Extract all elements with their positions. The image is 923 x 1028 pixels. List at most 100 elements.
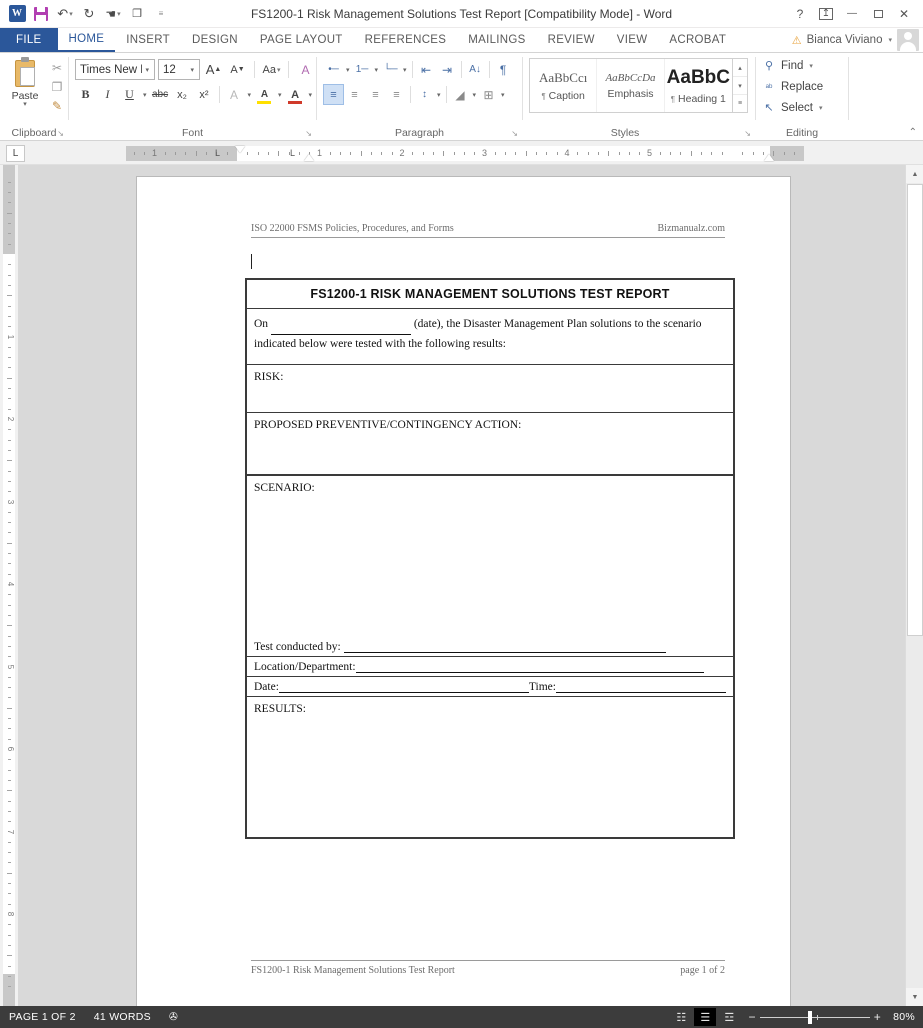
touch-mouse-mode-icon[interactable]: ☚ ▾: [101, 3, 125, 25]
paste-button[interactable]: Paste ▾: [4, 57, 46, 114]
table-row-date-time[interactable]: Date: Time:: [245, 676, 735, 697]
redo-icon[interactable]: ↻: [77, 3, 101, 25]
ruler-left-tab-1[interactable]: L: [215, 148, 220, 158]
risk-report-form-table[interactable]: FS1200-1 RISK MANAGEMENT SOLUTIONS TEST …: [245, 278, 735, 839]
change-case-icon[interactable]: Aa ▾: [261, 59, 282, 80]
sort-icon[interactable]: A↓: [465, 59, 486, 80]
shading-icon[interactable]: ◢: [450, 84, 471, 105]
select-button[interactable]: ↖ Select ▾: [756, 95, 848, 116]
table-row-scenario[interactable]: SCENARIO:: [245, 474, 735, 637]
select-chevron-down-icon[interactable]: ▾: [819, 104, 823, 112]
clear-formatting-icon[interactable]: A: [295, 59, 316, 80]
multilevel-list-icon[interactable]: └─: [380, 59, 401, 80]
align-center-icon[interactable]: ≡: [344, 84, 365, 105]
help-icon[interactable]: ?: [787, 2, 813, 26]
first-line-indent-marker[interactable]: [235, 146, 245, 153]
table-row-title[interactable]: FS1200-1 RISK MANAGEMENT SOLUTIONS TEST …: [245, 278, 735, 309]
tab-home[interactable]: HOME: [57, 28, 116, 52]
scroll-down-icon[interactable]: ▼: [906, 988, 923, 1006]
style-item-heading-1[interactable]: AaBbС ¶ Heading 1: [665, 59, 732, 112]
tab-design[interactable]: DESIGN: [181, 28, 249, 52]
underline-icon[interactable]: U: [119, 84, 140, 105]
proofing-errors-icon[interactable]: ✇: [160, 1011, 187, 1023]
text-highlight-color-icon[interactable]: A: [254, 84, 275, 105]
document-footer[interactable]: FS1200-1 Risk Management Solutions Test …: [251, 960, 725, 976]
ruler-track[interactable]: 112345 L L: [126, 146, 804, 161]
styles-more-icon[interactable]: ≡: [733, 95, 747, 112]
bullets-icon[interactable]: •─: [323, 59, 344, 80]
format-painter-icon[interactable]: ✎: [52, 98, 62, 114]
table-row-action[interactable]: PROPOSED PREVENTIVE/CONTINGENCY ACTION:: [245, 412, 735, 476]
font-size-combo[interactable]: 12 ▾: [158, 59, 200, 80]
grow-font-icon[interactable]: A ▲: [203, 59, 224, 80]
vertical-ruler[interactable]: 12345678: [0, 165, 18, 1006]
print-layout-icon[interactable]: ☰: [694, 1008, 717, 1026]
table-row-results[interactable]: RESULTS:: [245, 695, 735, 839]
underline-chevron-down-icon[interactable]: ▾: [141, 91, 149, 99]
line-spacing-chevron-down-icon[interactable]: ▾: [435, 91, 443, 99]
read-mode-icon[interactable]: ☷: [670, 1008, 692, 1026]
tab-references[interactable]: REFERENCES: [354, 28, 458, 52]
tab-review[interactable]: REVIEW: [537, 28, 606, 52]
clipboard-dialog-launcher[interactable]: ↘: [57, 129, 64, 138]
vertical-scrollbar[interactable]: ▲ ▼: [905, 165, 923, 1006]
table-row-intro[interactable]: On (date), the Disaster Management Plan …: [245, 308, 735, 365]
italic-icon[interactable]: I: [97, 84, 118, 105]
style-item-emphasis[interactable]: AaBbCcDɑ Emphasis: [597, 59, 665, 112]
ribbon-display-options-icon[interactable]: ↥: [813, 2, 839, 26]
style-item-caption[interactable]: AaBbCcı ¶ Caption: [530, 59, 598, 112]
zoom-handle[interactable]: [807, 1010, 812, 1024]
decrease-indent-icon[interactable]: ⇤: [416, 59, 437, 80]
web-layout-icon[interactable]: ☲: [718, 1008, 740, 1026]
quick-print-icon[interactable]: ❐: [125, 3, 149, 25]
borders-icon[interactable]: ⊞: [478, 84, 499, 105]
avatar[interactable]: [897, 29, 919, 51]
scrollbar-thumb[interactable]: [907, 184, 923, 636]
shrink-font-icon[interactable]: A ▼: [227, 59, 248, 80]
styles-dialog-launcher[interactable]: ↘: [744, 129, 751, 138]
word-count[interactable]: 41 WORDS: [85, 1011, 160, 1023]
tab-stop-selector[interactable]: L: [6, 145, 25, 162]
table-row-conducted-by[interactable]: Test conducted by:: [245, 636, 735, 657]
right-indent-marker[interactable]: [764, 154, 774, 161]
numbering-icon[interactable]: 1─: [352, 59, 373, 80]
find-chevron-down-icon[interactable]: ▾: [809, 62, 813, 70]
justify-icon[interactable]: ≡: [386, 84, 407, 105]
hanging-indent-marker[interactable]: [304, 154, 314, 161]
shading-chevron-down-icon[interactable]: ▾: [471, 91, 479, 99]
tab-acrobat[interactable]: ACROBAT: [658, 28, 737, 52]
text-effects-icon[interactable]: A: [224, 84, 245, 105]
date-blank-field[interactable]: [270, 315, 411, 335]
bold-icon[interactable]: B: [75, 84, 96, 105]
find-button[interactable]: ⚲ Find ▾: [756, 53, 848, 74]
customize-qat-icon[interactable]: ≡: [149, 3, 173, 25]
superscript-icon[interactable]: x²: [194, 84, 215, 105]
font-color-chevron-down-icon[interactable]: ▾: [307, 91, 315, 99]
ruler-left-tab-2[interactable]: L: [290, 148, 295, 158]
tab-insert[interactable]: INSERT: [115, 28, 181, 52]
zoom-out-button[interactable]: −: [748, 1010, 755, 1024]
location-field[interactable]: [355, 660, 704, 673]
styles-scroll-down-icon[interactable]: ▾: [733, 77, 747, 95]
strikethrough-icon[interactable]: abc: [150, 84, 171, 105]
font-size-chevron-down-icon[interactable]: ▾: [187, 66, 197, 74]
line-spacing-icon[interactable]: ↕: [414, 84, 435, 105]
increase-indent-icon[interactable]: ⇥: [437, 59, 458, 80]
page-indicator[interactable]: PAGE 1 OF 2: [0, 1011, 85, 1023]
copy-icon[interactable]: ❐: [52, 79, 63, 95]
save-icon[interactable]: [29, 3, 53, 25]
font-dialog-launcher[interactable]: ↘: [305, 129, 312, 138]
scroll-up-icon[interactable]: ▲: [906, 165, 923, 183]
document-canvas[interactable]: ISO 22000 FSMS Policies, Procedures, and…: [18, 165, 905, 1006]
cut-icon[interactable]: ✂: [52, 60, 62, 76]
restore-icon[interactable]: [865, 2, 891, 26]
close-icon[interactable]: ✕: [891, 2, 917, 26]
tab-page-layout[interactable]: PAGE LAYOUT: [249, 28, 354, 52]
paste-chevron-down-icon[interactable]: ▾: [23, 101, 27, 108]
multilevel-chevron-down-icon[interactable]: ▾: [401, 66, 409, 74]
replace-button[interactable]: ᵃᵇ Replace: [756, 74, 848, 95]
subscript-icon[interactable]: x₂: [172, 84, 193, 105]
tab-view[interactable]: VIEW: [606, 28, 659, 52]
conducted-by-field[interactable]: [343, 640, 666, 653]
borders-chevron-down-icon[interactable]: ▾: [499, 91, 507, 99]
